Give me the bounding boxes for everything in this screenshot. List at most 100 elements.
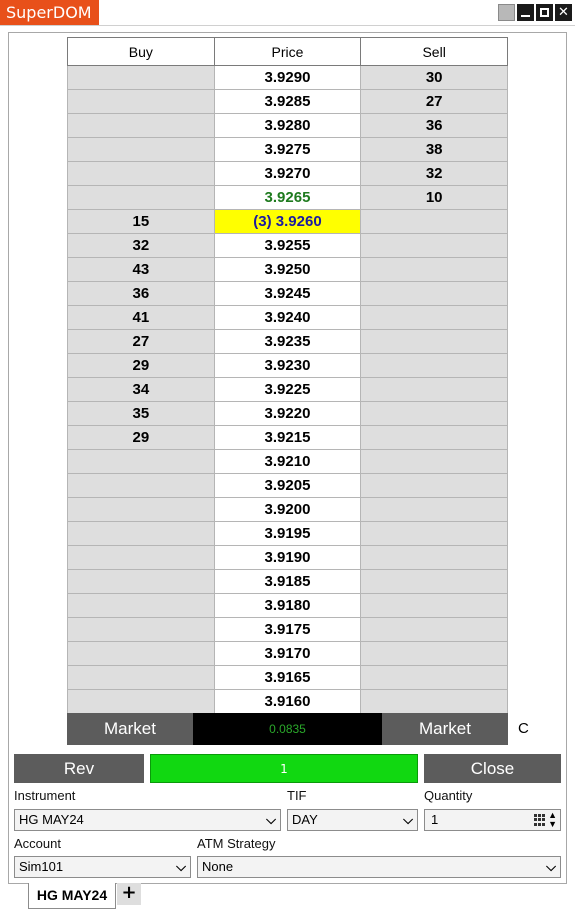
buy-cell[interactable] <box>67 521 215 546</box>
sell-market-button[interactable]: Market <box>382 713 508 745</box>
plus-icon[interactable]: + <box>117 883 141 905</box>
buy-cell[interactable]: 34 <box>67 377 215 402</box>
close-window-button[interactable]: ✕ <box>555 4 572 21</box>
price-cell[interactable]: 3.9245 <box>213 281 362 306</box>
sell-cell[interactable] <box>360 497 508 522</box>
buy-cell[interactable] <box>67 161 215 186</box>
buy-cell[interactable] <box>67 665 215 690</box>
sell-cell[interactable] <box>360 281 508 306</box>
price-cell[interactable]: 3.9175 <box>213 617 362 642</box>
sell-cell[interactable] <box>360 377 508 402</box>
buy-cell[interactable]: 29 <box>67 425 215 450</box>
price-cell[interactable]: 3.9235 <box>213 329 362 354</box>
sell-cell[interactable] <box>360 353 508 378</box>
buy-cell[interactable]: 41 <box>67 305 215 330</box>
sell-cell[interactable] <box>360 449 508 474</box>
sell-cell[interactable] <box>360 401 508 426</box>
spinner-icon[interactable]: ▲ ▼ <box>548 811 557 829</box>
buy-cell[interactable]: 15 <box>67 209 215 234</box>
price-cell[interactable]: 3.9265 <box>213 185 362 210</box>
buy-cell[interactable]: 35 <box>67 401 215 426</box>
reverse-button[interactable]: Rev <box>14 754 144 783</box>
buy-cell[interactable] <box>67 473 215 498</box>
buy-cell[interactable]: 29 <box>67 353 215 378</box>
account-select[interactable]: Sim101 ⌵ <box>14 856 191 878</box>
sell-cell[interactable] <box>360 641 508 666</box>
price-cell[interactable]: 3.9160 <box>213 689 362 714</box>
sell-cell[interactable] <box>360 545 508 570</box>
sell-cell[interactable]: 38 <box>360 137 508 162</box>
price-cell[interactable]: 3.9195 <box>213 521 362 546</box>
buy-cell[interactable] <box>67 641 215 666</box>
sell-cell[interactable]: 10 <box>360 185 508 210</box>
price-cell[interactable]: 3.9270 <box>213 161 362 186</box>
price-cell[interactable]: 3.9230 <box>213 353 362 378</box>
price-cell[interactable]: 3.9225 <box>213 377 362 402</box>
buy-cell[interactable]: 32 <box>67 233 215 258</box>
sell-cell[interactable] <box>360 329 508 354</box>
instrument-select[interactable]: HG MAY24 ⌵ <box>14 809 281 831</box>
sell-cell[interactable] <box>360 521 508 546</box>
quantity-stepper[interactable]: 1 ▲ ▼ <box>424 809 561 831</box>
window-option-button[interactable] <box>498 4 515 21</box>
buy-cell[interactable] <box>67 593 215 618</box>
chevron-down-icon: ⌵ <box>403 812 413 827</box>
instrument-label: Instrument <box>14 788 76 803</box>
buy-cell[interactable]: 36 <box>67 281 215 306</box>
tab-hg-may24[interactable]: HG MAY24 <box>28 883 116 909</box>
buy-cell[interactable] <box>67 113 215 138</box>
buy-cell[interactable]: 27 <box>67 329 215 354</box>
price-cell[interactable]: 3.9215 <box>213 425 362 450</box>
buy-cell[interactable] <box>67 449 215 474</box>
buy-cell[interactable] <box>67 689 215 714</box>
atm-strategy-select[interactable]: None ⌵ <box>197 856 561 878</box>
price-cell[interactable]: 3.9200 <box>213 497 362 522</box>
buy-cell[interactable] <box>67 137 215 162</box>
price-cell[interactable]: 3.9170 <box>213 641 362 666</box>
price-cell[interactable]: 3.9290 <box>213 65 362 90</box>
buy-cell[interactable]: 43 <box>67 257 215 282</box>
minimize-button[interactable] <box>517 4 534 21</box>
tif-select[interactable]: DAY ⌵ <box>287 809 418 831</box>
price-cell[interactable]: 3.9280 <box>213 113 362 138</box>
price-cell[interactable]: 3.9285 <box>213 89 362 114</box>
buy-cell[interactable] <box>67 617 215 642</box>
sell-cell[interactable] <box>360 305 508 330</box>
price-cell[interactable]: 3.9205 <box>213 473 362 498</box>
close-position-button[interactable]: Close <box>424 754 561 783</box>
buy-cell[interactable] <box>67 497 215 522</box>
sell-cell[interactable]: 36 <box>360 113 508 138</box>
sell-cell[interactable] <box>360 425 508 450</box>
price-cell[interactable]: 3.9190 <box>213 545 362 570</box>
price-cell[interactable]: 3.9165 <box>213 665 362 690</box>
price-cell[interactable]: 3.9185 <box>213 569 362 594</box>
sell-cell[interactable]: 32 <box>360 161 508 186</box>
sell-cell[interactable]: 27 <box>360 89 508 114</box>
buy-cell[interactable] <box>67 569 215 594</box>
maximize-button[interactable] <box>536 4 553 21</box>
sell-cell[interactable] <box>360 257 508 282</box>
price-cell[interactable]: (3) 3.9260 <box>213 209 362 234</box>
sell-cell[interactable] <box>360 593 508 618</box>
buy-cell[interactable] <box>67 89 215 114</box>
sell-cell[interactable] <box>360 569 508 594</box>
price-cell[interactable]: 3.9180 <box>213 593 362 618</box>
calculator-icon[interactable] <box>533 813 546 827</box>
buy-market-button[interactable]: Market <box>67 713 193 745</box>
sell-cell[interactable]: 30 <box>360 65 508 90</box>
sell-cell[interactable] <box>360 665 508 690</box>
sell-cell[interactable] <box>360 473 508 498</box>
sell-cell[interactable] <box>360 209 508 234</box>
sell-cell[interactable] <box>360 233 508 258</box>
price-cell[interactable]: 3.9240 <box>213 305 362 330</box>
price-cell[interactable]: 3.9210 <box>213 449 362 474</box>
price-cell[interactable]: 3.9275 <box>213 137 362 162</box>
price-cell[interactable]: 3.9220 <box>213 401 362 426</box>
buy-cell[interactable] <box>67 185 215 210</box>
buy-cell[interactable] <box>67 545 215 570</box>
price-cell[interactable]: 3.9255 <box>213 233 362 258</box>
price-cell[interactable]: 3.9250 <box>213 257 362 282</box>
buy-cell[interactable] <box>67 65 215 90</box>
sell-cell[interactable] <box>360 617 508 642</box>
sell-cell[interactable] <box>360 689 508 714</box>
